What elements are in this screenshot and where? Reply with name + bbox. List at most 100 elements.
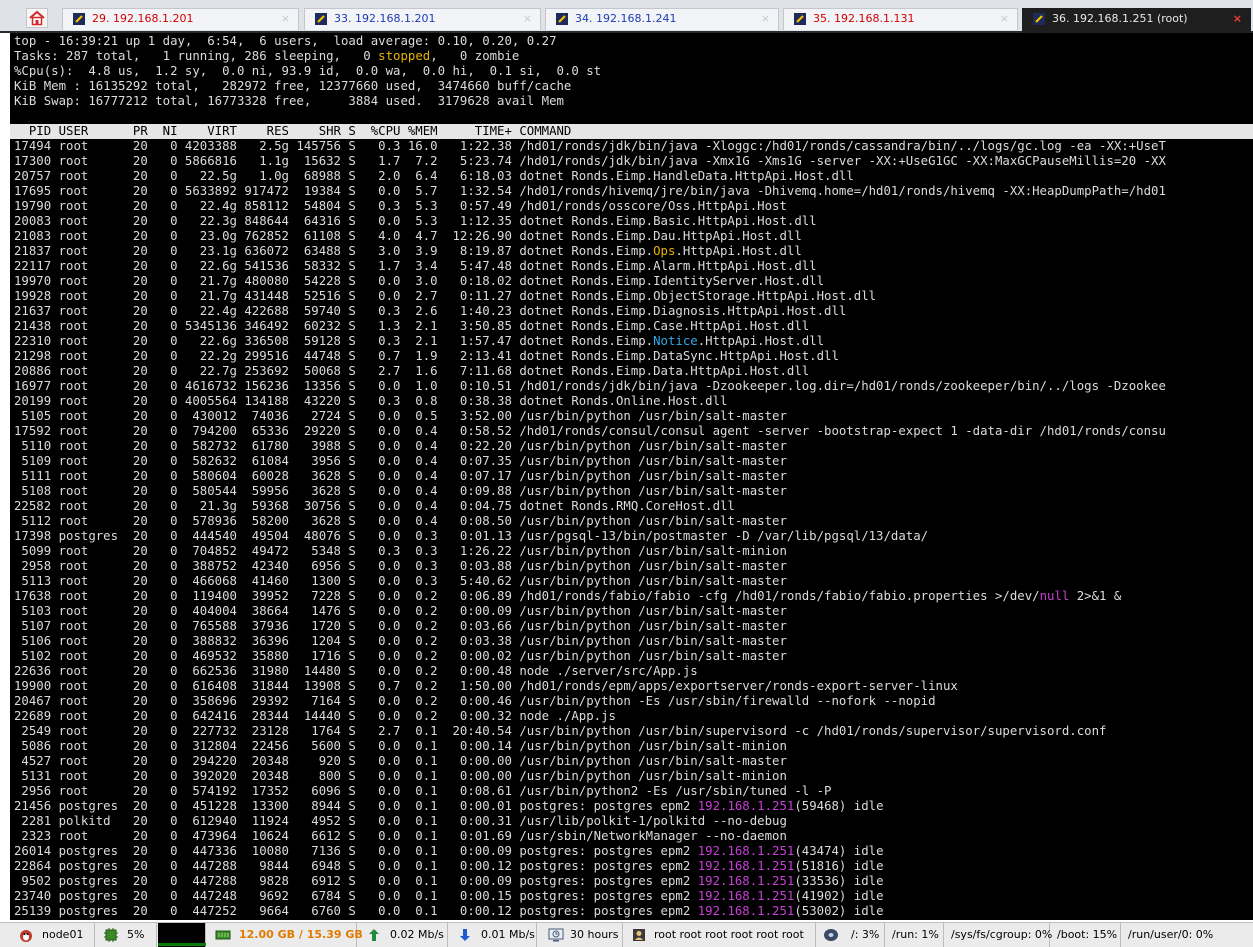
tab-label: 34. 192.168.1.241 bbox=[575, 12, 677, 25]
highlighted-text: 192.168.1.251 bbox=[697, 874, 795, 888]
upload-arrow-icon bbox=[369, 929, 379, 941]
process-row: 2323 root 20 0 473964 10624 6612 S 0.0 0… bbox=[14, 829, 787, 843]
uptime-segment: 30 hours bbox=[538, 923, 623, 947]
process-row: 5086 root 20 0 312804 22456 5600 S 0.0 0… bbox=[14, 739, 787, 753]
summary-tasks-line: Tasks: 287 total, 1 running, 286 sleepin… bbox=[14, 49, 520, 63]
process-row: 17638 root 20 0 119400 39952 7228 S 0.0 … bbox=[14, 589, 1122, 603]
process-row: 5106 root 20 0 388832 36396 1204 S 0.0 0… bbox=[14, 634, 787, 648]
process-row: 20886 root 20 0 22.7g 253692 50068 S 2.7… bbox=[14, 364, 810, 378]
process-row: 21637 root 20 0 22.4g 422688 59740 S 0.3… bbox=[14, 304, 847, 318]
monitor-clock-icon bbox=[548, 928, 564, 942]
process-row: 5110 root 20 0 582732 61780 3988 S 0.0 0… bbox=[14, 439, 787, 453]
terminal-session-icon bbox=[315, 13, 327, 25]
close-icon[interactable]: × bbox=[761, 9, 770, 29]
process-row: 2281 polkitd 20 0 612940 11924 4952 S 0.… bbox=[14, 814, 787, 828]
download-rate: 0.01 Mb/s bbox=[481, 928, 535, 941]
close-icon[interactable]: × bbox=[1233, 9, 1242, 29]
disk-runuser-segment: /run/user/0: 0% bbox=[1122, 923, 1253, 947]
cpu-history-graph bbox=[158, 943, 206, 946]
tab-label: 33. 192.168.1.201 bbox=[334, 12, 436, 25]
close-icon[interactable]: × bbox=[1000, 9, 1009, 29]
process-row: 2956 root 20 0 574192 17352 6096 S 0.0 0… bbox=[14, 784, 832, 798]
process-row: 4527 root 20 0 294220 20348 920 S 0.0 0.… bbox=[14, 754, 787, 768]
terminal-session-icon bbox=[794, 13, 806, 25]
highlighted-text: 192.168.1.251 bbox=[697, 904, 795, 918]
process-row: 5108 root 20 0 580544 59956 3628 S 0.0 0… bbox=[14, 484, 787, 498]
process-row: 19928 root 20 0 21.7g 431448 52516 S 0.0… bbox=[14, 289, 877, 303]
process-row: 2549 root 20 0 227732 23128 1764 S 2.7 0… bbox=[14, 724, 1107, 738]
summary-swap-line: KiB Swap: 16777212 total, 16773328 free,… bbox=[14, 94, 564, 108]
highlighted-text: 192.168.1.251 bbox=[697, 859, 795, 873]
highlighted-text: Notice bbox=[653, 334, 698, 348]
tab-label: 29. 192.168.1.201 bbox=[92, 12, 194, 25]
tab-session-33[interactable]: 33. 192.168.1.201 × bbox=[304, 8, 541, 30]
tab-label: 36. 192.168.1.251 (root) bbox=[1052, 12, 1188, 25]
disk-usage-run: /run: 1% bbox=[892, 928, 939, 941]
summary-uptime-line: top - 16:39:21 up 1 day, 6:54, 6 users, … bbox=[14, 34, 557, 48]
process-row: 22689 root 20 0 642416 28344 14440 S 0.0… bbox=[14, 709, 616, 723]
host-name: node01 bbox=[42, 928, 84, 941]
process-row: 19900 root 20 0 616408 31844 13908 S 0.7… bbox=[14, 679, 958, 693]
disk-cgroup-segment: /sys/fs/cgroup: 0% bbox=[945, 923, 1052, 947]
disk-usage-boot: /boot: 15% bbox=[1057, 928, 1118, 941]
memory-segment: 12.00 GB / 15.39 GB bbox=[207, 923, 363, 947]
highlighted-text: 192.168.1.251 bbox=[697, 799, 795, 813]
tab-session-36-active[interactable]: 36. 192.168.1.251 (root) × bbox=[1022, 8, 1251, 33]
tab-session-29[interactable]: 29. 192.168.1.201 × bbox=[62, 8, 299, 30]
download-segment: 0.01 Mb/s bbox=[449, 923, 537, 947]
process-row: 26014 postgres 20 0 447336 10080 7136 S … bbox=[14, 844, 884, 858]
process-row: 5113 root 20 0 466068 41460 1300 S 0.0 0… bbox=[14, 574, 787, 588]
disk-boot-segment: /boot: 15% bbox=[1051, 923, 1121, 947]
process-row: 2958 root 20 0 388752 42340 6956 S 0.0 0… bbox=[14, 559, 787, 573]
stopped-label: stopped bbox=[378, 49, 431, 63]
cpu-graph bbox=[158, 923, 206, 947]
process-row: 25139 postgres 20 0 447252 9664 6760 S 0… bbox=[14, 904, 884, 918]
process-row: 22117 root 20 0 22.6g 541536 58332 S 1.7… bbox=[14, 259, 817, 273]
cpu-chip-icon bbox=[104, 928, 118, 942]
process-table: 17494 root 20 0 4203388 2.5g 145756 S 0.… bbox=[14, 139, 1166, 919]
memory-icon bbox=[215, 930, 231, 940]
summary-cpu-line: %Cpu(s): 4.8 us, 1.2 sy, 0.0 ni, 93.9 id… bbox=[14, 64, 602, 78]
process-row: 20199 root 20 0 4005564 134188 43220 S 0… bbox=[14, 394, 728, 408]
disk-usage-root: /: 3% bbox=[851, 928, 880, 941]
process-row: 17300 root 20 0 5866816 1.1g 15632 S 1.7… bbox=[14, 154, 1166, 168]
highlighted-text: null bbox=[1039, 589, 1070, 603]
linux-penguin-icon bbox=[20, 930, 32, 942]
uptime-value: 30 hours bbox=[570, 928, 619, 941]
process-row: 21298 root 20 0 22.2g 299516 44748 S 0.7… bbox=[14, 349, 839, 363]
terminal-session-icon bbox=[1033, 13, 1045, 25]
terminal-session-icon bbox=[556, 13, 568, 25]
close-icon[interactable]: × bbox=[281, 9, 290, 29]
process-row: 21083 root 20 0 23.0g 762852 61108 S 4.0… bbox=[14, 229, 802, 243]
close-icon[interactable]: × bbox=[523, 9, 532, 29]
process-row: 16977 root 20 0 4616732 156236 13356 S 0… bbox=[14, 379, 1166, 393]
cpu-segment: 5% bbox=[95, 923, 157, 947]
process-row: 5111 root 20 0 580604 60028 3628 S 0.0 0… bbox=[14, 469, 787, 483]
terminal-session-icon bbox=[73, 13, 85, 25]
status-bar: node01 5% 12.00 GB / 15.39 GB 0.02 Mb/s … bbox=[0, 922, 1253, 947]
top-summary: top - 16:39:21 up 1 day, 6:54, 6 users, … bbox=[14, 34, 601, 109]
terminal-output[interactable]: top - 16:39:21 up 1 day, 6:54, 6 users, … bbox=[10, 33, 1253, 920]
process-row: 17494 root 20 0 4203388 2.5g 145756 S 0.… bbox=[14, 139, 1166, 153]
process-row: 5105 root 20 0 430012 74036 2724 S 0.0 0… bbox=[14, 409, 787, 423]
home-icon[interactable] bbox=[26, 8, 48, 28]
process-row: 5107 root 20 0 765588 37936 1720 S 0.0 0… bbox=[14, 619, 787, 633]
process-row: 21438 root 20 0 5345136 346492 60232 S 1… bbox=[14, 319, 810, 333]
disk-usage-run-user: /run/user/0: 0% bbox=[1128, 928, 1214, 941]
upload-segment: 0.02 Mb/s bbox=[358, 923, 448, 947]
process-row: 22582 root 20 0 21.3g 59368 30756 S 0.0 … bbox=[14, 499, 735, 513]
process-row: 19790 root 20 0 22.4g 858112 54804 S 0.3… bbox=[14, 199, 787, 213]
host-segment: node01 bbox=[0, 923, 95, 947]
process-row: 20083 root 20 0 22.3g 848644 64316 S 0.0… bbox=[14, 214, 817, 228]
process-row: 5112 root 20 0 578936 58200 3628 S 0.0 0… bbox=[14, 514, 787, 528]
disk-run-segment: /run: 1% bbox=[886, 923, 944, 947]
process-row: 22310 root 20 0 22.6g 336508 59128 S 0.3… bbox=[14, 334, 825, 348]
upload-rate: 0.02 Mb/s bbox=[390, 928, 444, 941]
highlighted-text: 192.168.1.251 bbox=[697, 844, 795, 858]
summary-mem-line: KiB Mem : 16135292 total, 282972 free, 1… bbox=[14, 79, 572, 93]
highlighted-text: 192.168.1.251 bbox=[697, 889, 795, 903]
tab-session-35[interactable]: 35. 192.168.1.131 × bbox=[783, 8, 1018, 30]
process-row: 9502 postgres 20 0 447288 9828 6912 S 0.… bbox=[14, 874, 884, 888]
tab-session-34[interactable]: 34. 192.168.1.241 × bbox=[545, 8, 779, 30]
process-row: 5102 root 20 0 469532 35880 1716 S 0.0 0… bbox=[14, 649, 787, 663]
